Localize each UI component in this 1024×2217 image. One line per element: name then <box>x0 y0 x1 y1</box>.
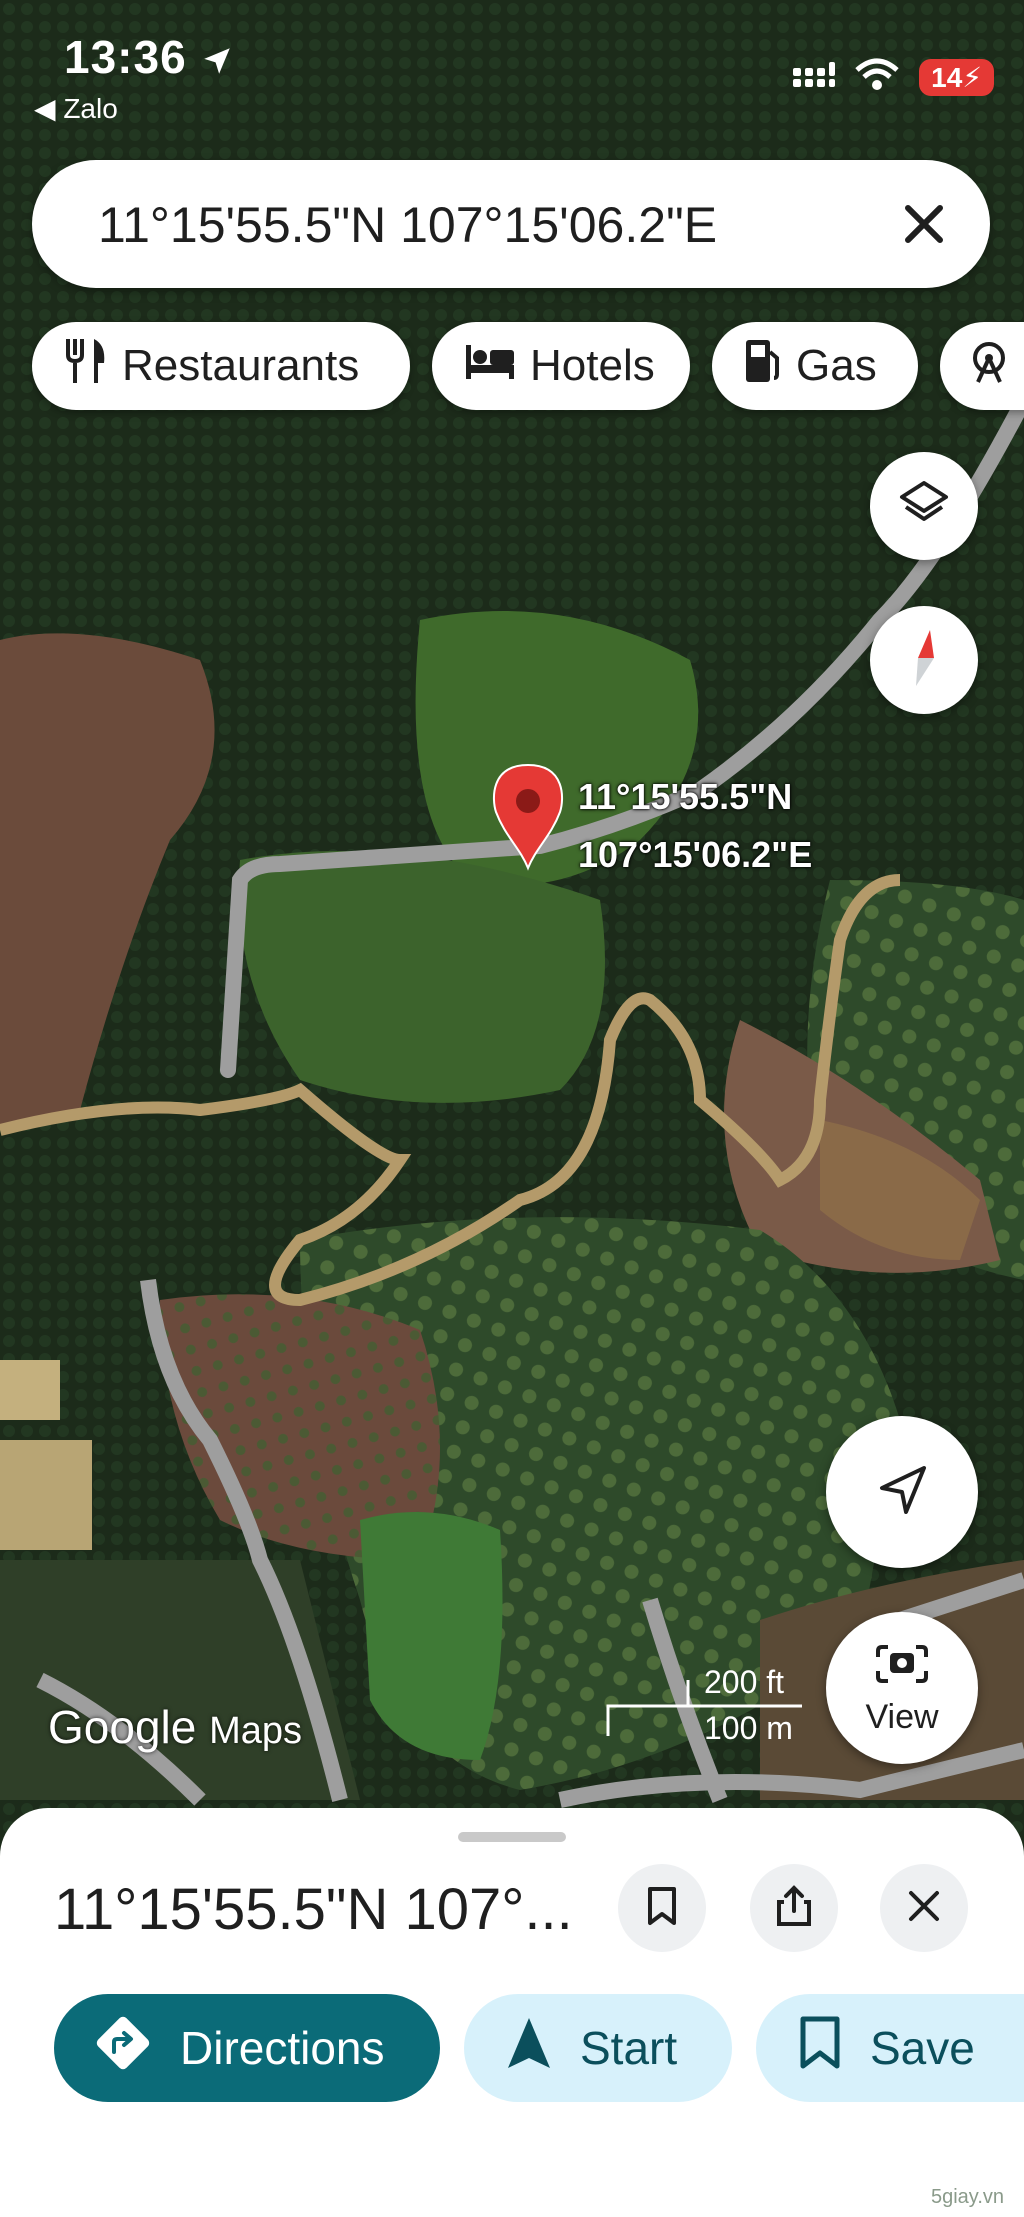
compass-icon <box>904 628 944 693</box>
map-scale: 200 ft 100 m <box>606 1662 806 1762</box>
layers-button[interactable] <box>870 452 978 560</box>
category-chips: Restaurants Hotels Gas <box>0 322 1024 412</box>
close-icon <box>905 1887 943 1930</box>
compass-button[interactable] <box>870 606 978 714</box>
sheet-drag-handle[interactable] <box>458 1832 566 1842</box>
search-bar[interactable]: 11°15'55.5"N 107°15'06.2"E <box>32 160 990 288</box>
bed-icon <box>464 341 516 392</box>
attraction-icon <box>966 338 1012 395</box>
my-location-icon <box>874 1462 930 1523</box>
directions-icon <box>94 2014 152 2083</box>
fork-knife-icon <box>64 337 108 396</box>
share-button[interactable] <box>750 1864 838 1952</box>
view-button[interactable]: View <box>826 1612 978 1764</box>
view-camera-icon <box>874 1639 930 1694</box>
battery-icon: 14⚡ <box>919 59 994 96</box>
place-bottom-sheet: 11°15'55.5"N 107°... Directions Start Sa… <box>0 1808 1024 2217</box>
close-icon[interactable] <box>894 194 954 254</box>
save-bookmark-button[interactable] <box>618 1864 706 1952</box>
back-to-app-link[interactable]: ◀ Zalo <box>34 92 118 125</box>
save-button[interactable]: Save <box>756 1994 1024 2102</box>
gas-pump-icon <box>744 338 782 395</box>
pin-longitude: 107°15'06.2"E <box>578 834 813 875</box>
bookmark-icon <box>645 1886 679 1931</box>
wifi-icon <box>855 58 899 97</box>
watermark: 5giay.vn <box>930 2186 1004 2208</box>
location-arrow-icon <box>200 31 234 83</box>
navigation-arrow-icon <box>506 2016 552 2081</box>
my-location-button[interactable] <box>826 1416 978 1568</box>
share-icon <box>775 1884 813 1932</box>
status-time: 13:36 <box>64 30 234 84</box>
close-sheet-button[interactable] <box>880 1864 968 1952</box>
directions-button[interactable]: Directions <box>54 1994 440 2102</box>
signal-icon <box>791 60 836 95</box>
bookmark-icon <box>798 2016 842 2081</box>
pin-coordinates-label: 11°15'55.5"N 107°15'06.2"E <box>578 768 812 884</box>
place-title: 11°15'55.5"N 107°... <box>54 1877 573 1942</box>
chip-gas[interactable]: Gas <box>712 322 918 410</box>
view-label: View <box>865 1698 939 1736</box>
pin-latitude: 11°15'55.5"N <box>578 776 793 817</box>
chip-hotels[interactable]: Hotels <box>432 322 690 410</box>
layers-icon <box>898 479 950 534</box>
search-input[interactable]: 11°15'55.5"N 107°15'06.2"E <box>98 196 717 254</box>
status-bar: 13:36 ◀ Zalo 14⚡ <box>0 0 1024 140</box>
chip-attractions[interactable] <box>940 322 1024 410</box>
start-button[interactable]: Start <box>464 1994 732 2102</box>
google-maps-logo: Google Maps <box>48 1701 303 1753</box>
scale-meters: 100 m <box>704 1710 793 1746</box>
chip-restaurants[interactable]: Restaurants <box>32 322 410 410</box>
scale-feet: 200 ft <box>704 1664 785 1700</box>
